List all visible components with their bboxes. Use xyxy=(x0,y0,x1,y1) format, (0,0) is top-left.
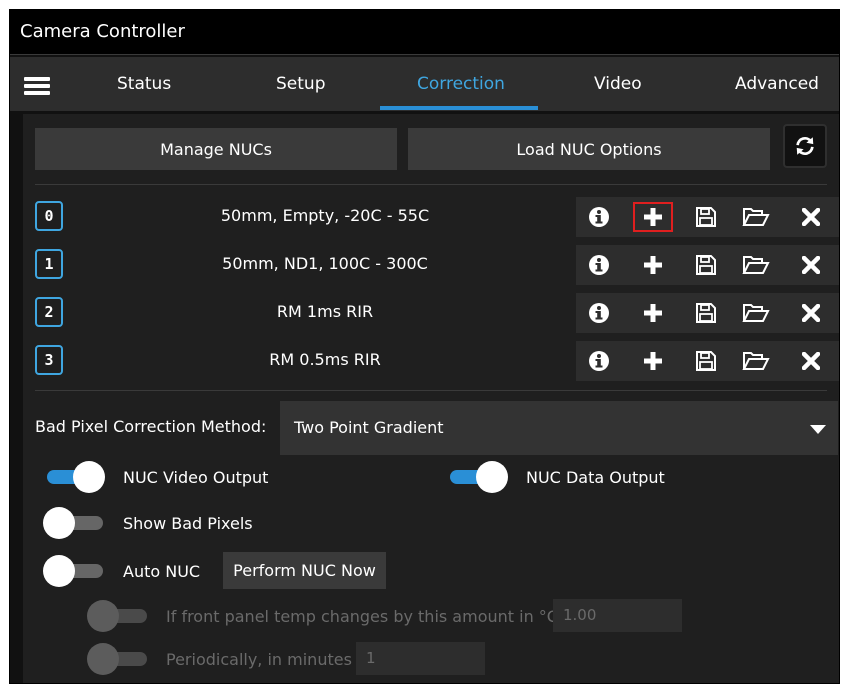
nuc-row: 1 50mm, ND1, 100C - 300C xyxy=(35,245,839,285)
info-icon xyxy=(589,255,609,275)
delete-button[interactable] xyxy=(791,250,831,280)
save-icon xyxy=(696,207,716,227)
save-icon xyxy=(696,255,716,275)
save-button[interactable] xyxy=(686,346,726,376)
title-bar: Camera Controller xyxy=(10,10,839,55)
nuc-name: 50mm, Empty, -20C - 55C xyxy=(220,206,430,225)
add-button[interactable] xyxy=(633,202,673,232)
auto-nuc-toggle[interactable] xyxy=(43,555,105,587)
nuc-actions xyxy=(576,245,839,285)
nuc-index-badge[interactable]: 1 xyxy=(35,249,63,279)
folder-open-icon xyxy=(742,208,770,226)
menu-icon[interactable] xyxy=(24,77,50,95)
plus-icon xyxy=(644,304,662,322)
close-icon xyxy=(802,256,820,274)
folder-open-icon xyxy=(742,352,770,370)
save-icon xyxy=(696,351,716,371)
info-icon xyxy=(589,351,609,371)
info-button[interactable] xyxy=(579,298,619,328)
divider xyxy=(35,390,827,391)
show-bad-pixels-label: Show Bad Pixels xyxy=(123,514,253,533)
nuc-name: 50mm, ND1, 100C - 300C xyxy=(222,254,428,273)
open-button[interactable] xyxy=(736,250,776,280)
window-title: Camera Controller xyxy=(20,21,185,42)
tab-setup[interactable]: Setup xyxy=(276,74,325,94)
info-icon xyxy=(589,303,609,323)
save-button[interactable] xyxy=(686,298,726,328)
nuc-index-badge[interactable]: 3 xyxy=(35,345,63,375)
add-button[interactable] xyxy=(633,346,673,376)
delete-button[interactable] xyxy=(791,346,831,376)
nuc-index-badge[interactable]: 2 xyxy=(35,297,63,327)
open-button[interactable] xyxy=(736,346,776,376)
refresh-icon xyxy=(796,136,814,156)
temp-change-label: If front panel temp changes by this amou… xyxy=(166,607,558,626)
active-tab-indicator xyxy=(380,106,538,110)
tab-status[interactable]: Status xyxy=(117,74,171,94)
plus-icon xyxy=(644,208,662,226)
tab-video[interactable]: Video xyxy=(594,74,642,94)
bad-pixel-method-select[interactable]: Two Point Gradient xyxy=(280,401,838,455)
nuc-actions xyxy=(576,293,839,333)
info-button[interactable] xyxy=(579,346,619,376)
add-button[interactable] xyxy=(633,250,673,280)
nuc-name: RM 0.5ms RIR xyxy=(269,350,381,369)
temp-change-input[interactable]: 1.00 xyxy=(553,599,682,632)
correction-panel: Manage NUCs Load NUC Options 0 50mm, Emp… xyxy=(23,114,839,683)
temp-change-toggle[interactable] xyxy=(87,600,149,632)
perform-nuc-now-button[interactable]: Perform NUC Now xyxy=(223,552,386,589)
nuc-data-output-label: NUC Data Output xyxy=(526,468,665,487)
info-icon xyxy=(589,207,609,227)
periodic-nuc-toggle[interactable] xyxy=(87,643,149,675)
divider xyxy=(35,184,827,185)
save-button[interactable] xyxy=(686,250,726,280)
nuc-video-output-toggle[interactable] xyxy=(43,461,105,493)
open-button[interactable] xyxy=(736,298,776,328)
folder-open-icon xyxy=(742,256,770,274)
bad-pixel-method-value: Two Point Gradient xyxy=(294,418,444,437)
plus-icon xyxy=(644,256,662,274)
app-window: Camera Controller Status Setup Correctio… xyxy=(9,9,840,684)
info-button[interactable] xyxy=(579,202,619,232)
nuc-actions xyxy=(576,341,839,381)
show-bad-pixels-toggle[interactable] xyxy=(43,507,105,539)
load-nuc-options-button[interactable]: Load NUC Options xyxy=(408,128,770,170)
open-button[interactable] xyxy=(736,202,776,232)
plus-icon xyxy=(644,352,662,370)
nuc-name: RM 1ms RIR xyxy=(276,302,374,321)
refresh-button[interactable] xyxy=(783,124,827,168)
delete-button[interactable] xyxy=(791,202,831,232)
nuc-actions xyxy=(576,197,839,237)
close-icon xyxy=(802,304,820,322)
periodic-nuc-label: Periodically, in minutes xyxy=(166,650,352,669)
save-button[interactable] xyxy=(686,202,726,232)
info-button[interactable] xyxy=(579,250,619,280)
nuc-video-output-label: NUC Video Output xyxy=(123,468,269,487)
nuc-data-output-toggle[interactable] xyxy=(446,461,508,493)
chevron-down-icon xyxy=(810,425,826,434)
periodic-minutes-input[interactable]: 1 xyxy=(356,642,485,675)
close-icon xyxy=(802,352,820,370)
close-icon xyxy=(802,208,820,226)
nuc-index-badge[interactable]: 0 xyxy=(35,201,63,231)
nuc-row: 2 RM 1ms RIR xyxy=(35,293,839,333)
nuc-row: 3 RM 0.5ms RIR xyxy=(35,341,839,381)
tab-advanced[interactable]: Advanced xyxy=(735,74,819,94)
bad-pixel-method-label: Bad Pixel Correction Method: xyxy=(35,417,267,436)
delete-button[interactable] xyxy=(791,298,831,328)
tab-correction[interactable]: Correction xyxy=(417,74,505,94)
auto-nuc-label: Auto NUC xyxy=(123,562,201,581)
save-icon xyxy=(696,303,716,323)
nuc-row: 0 50mm, Empty, -20C - 55C xyxy=(35,197,839,237)
folder-open-icon xyxy=(742,304,770,322)
add-button[interactable] xyxy=(633,298,673,328)
manage-nucs-button[interactable]: Manage NUCs xyxy=(35,128,397,170)
tab-bar: Status Setup Correction Video Advanced xyxy=(10,57,839,111)
